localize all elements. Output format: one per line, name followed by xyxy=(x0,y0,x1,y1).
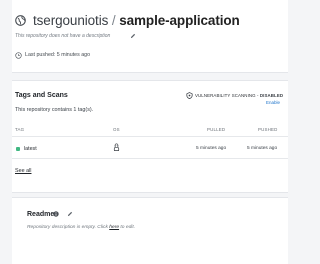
see-all-tags-link[interactable]: See all xyxy=(15,168,31,174)
clock-icon xyxy=(15,52,22,59)
vulnerability-scanning-disabled: DISABLED xyxy=(259,93,284,98)
linux-icon xyxy=(113,143,120,151)
vulnerability-scanning-label: VULNERABILITY SCANNING - xyxy=(195,93,260,98)
shield-icon xyxy=(186,92,193,99)
column-header-os: OS xyxy=(113,127,120,132)
readme-desc-after: to edit. xyxy=(119,225,136,230)
table-divider xyxy=(12,158,288,159)
readme-description: Repository description is empty. Click h… xyxy=(27,225,135,230)
enable-scanning-link[interactable]: Enable xyxy=(266,100,280,105)
globe-icon xyxy=(15,15,26,26)
tags-count-text: This repository contains 1 tag(s). xyxy=(15,107,94,113)
info-icon[interactable] xyxy=(53,211,59,217)
repo-namespace[interactable]: tsergouniotis xyxy=(33,13,108,28)
column-header-tag: TAG xyxy=(15,127,25,132)
edit-description-pencil-icon[interactable] xyxy=(130,33,136,39)
tag-pulled-time: 5 minutes ago xyxy=(196,146,227,151)
repo-description: This repository does not have a descript… xyxy=(15,33,111,39)
table-divider xyxy=(12,136,288,137)
readme-title: Readme xyxy=(27,211,55,218)
repo-title: tsergouniotis / sample-application xyxy=(33,13,240,28)
tag-pushed-time: 5 minutes ago xyxy=(247,146,278,151)
tags-section-title: Tags and Scans xyxy=(15,92,68,99)
vulnerability-scanning-status: VULNERABILITY SCANNING - DISABLED xyxy=(195,93,283,98)
readme-desc-before: Repository description is empty. Click xyxy=(27,225,110,230)
repo-name: sample-application xyxy=(119,13,240,28)
last-pushed-text: Last pushed: 5 minutes ago xyxy=(25,52,91,58)
tag-status-dot xyxy=(16,147,20,151)
column-header-pulled: PULLED xyxy=(207,127,226,132)
tag-name-latest[interactable]: latest xyxy=(24,146,37,152)
column-header-pushed: PUSHED xyxy=(258,127,278,132)
edit-readme-pencil-icon[interactable] xyxy=(67,211,73,217)
readme-card xyxy=(12,197,288,264)
repo-separator: / xyxy=(108,13,120,28)
readme-edit-link[interactable]: here xyxy=(109,225,119,230)
